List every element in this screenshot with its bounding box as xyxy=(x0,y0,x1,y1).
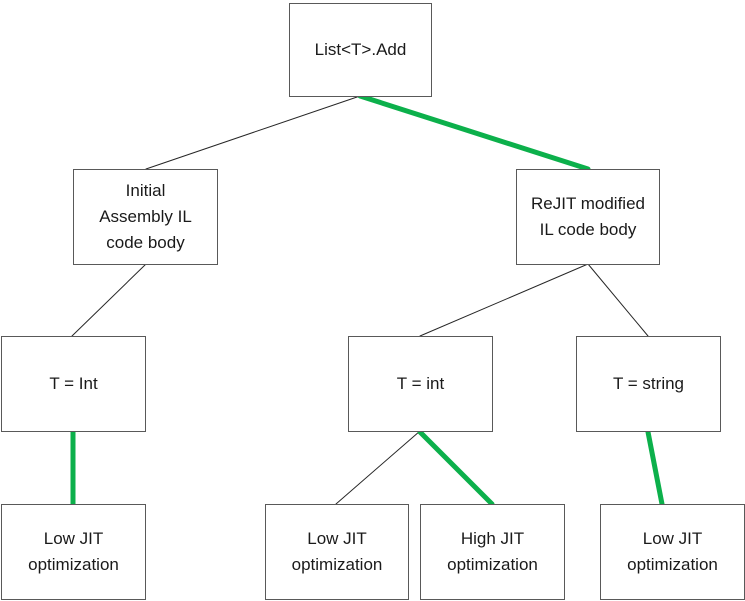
edge-tint-m-to-low-m xyxy=(335,430,421,505)
node-low-jit-string: Low JIT optimization xyxy=(600,504,745,600)
node-label: Low JIT optimization xyxy=(291,529,383,574)
node-list-add: List<T>.Add xyxy=(289,3,432,97)
edge-root-to-rejit-highlighted xyxy=(357,93,591,172)
edge-root-to-initial xyxy=(145,95,361,170)
node-label: Initial Assembly IL code body xyxy=(99,181,192,252)
node-label: T = string xyxy=(612,374,685,393)
node-rejit-modified-il: ReJIT modified IL code body xyxy=(516,169,660,265)
node-label: High JIT optimization xyxy=(447,529,538,574)
edge-rejit-to-tstring xyxy=(587,263,649,337)
node-label: Low JIT optimization xyxy=(627,529,718,574)
node-initial-assembly-il: Initial Assembly IL code body xyxy=(73,169,218,265)
node-label: Low JIT optimization xyxy=(28,529,119,574)
node-t-int-initial: T = Int xyxy=(1,336,146,432)
edge-rejit-to-tint-m xyxy=(419,263,589,337)
node-t-string: T = string xyxy=(576,336,721,432)
edge-initial-to-tint-l xyxy=(71,263,147,337)
node-low-jit-initial-int: Low JIT optimization xyxy=(1,504,146,600)
node-label: T = int xyxy=(396,374,445,393)
edge-tstring-to-low-r-highlighted xyxy=(645,429,665,507)
node-high-jit-rejit-int: High JIT optimization xyxy=(420,504,565,600)
node-low-jit-rejit-int: Low JIT optimization xyxy=(265,504,409,600)
node-label: T = Int xyxy=(49,374,98,393)
node-label: ReJIT modified IL code body xyxy=(530,194,645,239)
node-label: List<T>.Add xyxy=(314,40,407,59)
edge-tint-m-to-high-highlighted xyxy=(417,429,495,507)
node-t-int-rejit: T = int xyxy=(348,336,493,432)
